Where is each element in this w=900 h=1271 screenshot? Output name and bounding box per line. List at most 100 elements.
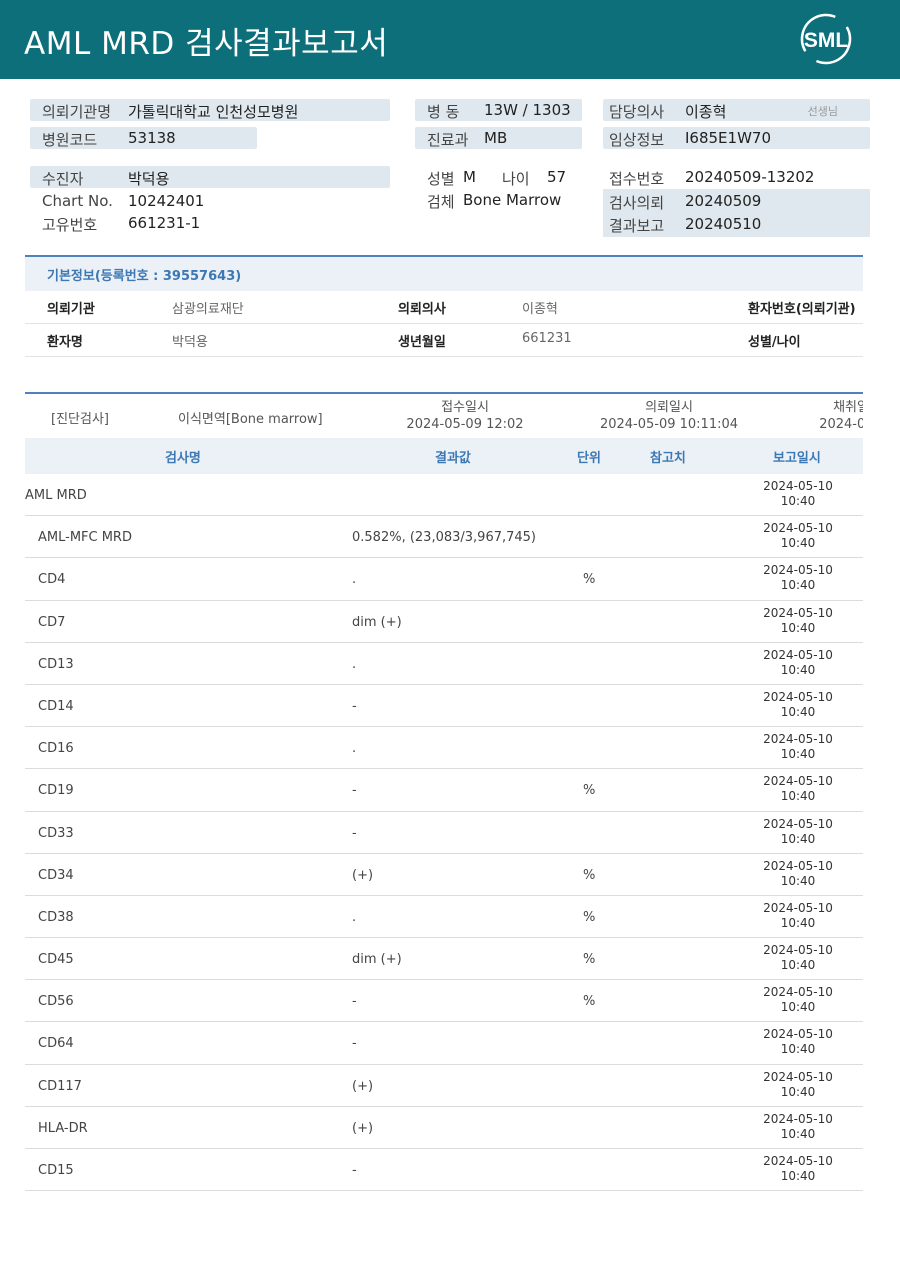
- field-hospital-code: 병원코드 53138: [30, 127, 257, 149]
- report-datetime: 2024-05-10 10:40: [763, 900, 833, 930]
- test-name: CD34: [38, 867, 74, 883]
- table-row: CD14 - 2024-05-10 10:40: [25, 685, 863, 728]
- table-row: CD4.% 2024-05-10 10:40: [25, 558, 863, 601]
- report-title: AML MRD 검사결과보고서: [24, 26, 389, 62]
- test-name: CD64: [38, 1036, 74, 1052]
- test-result: -: [352, 783, 357, 799]
- test-name: CD45: [38, 952, 74, 968]
- table-row: CD45 dim (+)% 2024-05-10 10:40: [25, 938, 863, 981]
- test-name: CD4: [38, 572, 66, 588]
- test-name: CD19: [38, 783, 74, 799]
- report-datetime: 2024-05-10 10:40: [763, 858, 833, 888]
- report-datetime: 2024-05-10 10:40: [763, 985, 833, 1015]
- table-row: CD64 - 2024-05-10 10:40: [25, 1022, 863, 1065]
- field-result-report: 결과보고 20240510: [609, 215, 762, 235]
- test-name: CD38: [38, 909, 74, 925]
- report-datetime: 2024-05-10 10:40: [763, 1111, 833, 1141]
- exam-specimen: 이식면역[Bone marrow]: [178, 412, 323, 427]
- report-datetime: 2024-05-10 10:40: [763, 943, 833, 973]
- basic-info-header: 기본정보(등록번호 : 39557643): [25, 255, 863, 291]
- test-name: CD13: [38, 656, 74, 672]
- table-row: CD38.% 2024-05-10 10:40: [25, 896, 863, 939]
- test-name: CD33: [38, 825, 74, 841]
- field-unique-no: 고유번호 661231-1: [42, 214, 201, 234]
- test-unit: %: [583, 867, 596, 883]
- table-row: CD56 -% 2024-05-10 10:40: [25, 980, 863, 1023]
- collect-datetime: 채취일시2024-05-09: [819, 400, 863, 432]
- test-name: CD15: [38, 1163, 74, 1178]
- basic-info-title: 기본정보(등록번호 : 39557643): [47, 269, 242, 284]
- report-datetime: 2024-05-10 10:40: [763, 521, 833, 551]
- test-result: .: [352, 909, 357, 925]
- field-ward: 병 동 13W / 1303: [415, 99, 582, 121]
- test-result: -: [352, 994, 357, 1010]
- test-unit: %: [583, 994, 596, 1010]
- test-result: .: [352, 572, 357, 588]
- table-row: HLA-DR (+) 2024-05-10 10:40: [25, 1107, 863, 1149]
- result-table-header: 검사명 결과값 단위 참고치 보고일시: [25, 438, 863, 474]
- report-datetime: 2024-05-10 10:40: [763, 647, 833, 677]
- test-result: dim (+): [352, 614, 402, 630]
- field-sex: 성별 M: [427, 168, 476, 188]
- report-datetime: 2024-05-10 10:40: [763, 816, 833, 846]
- test-name: AML-MFC MRD: [38, 530, 132, 546]
- test-result: (+): [352, 867, 374, 883]
- report-datetime: 2024-05-10 10:40: [763, 689, 833, 719]
- report-datetime: 2024-05-10 10:40: [763, 732, 833, 762]
- table-row: CD7 dim (+) 2024-05-10 10:40: [25, 601, 863, 643]
- test-result: -: [352, 1163, 357, 1178]
- test-result: .: [352, 741, 357, 757]
- field-chart-no: Chart No. 10242401: [42, 192, 205, 210]
- field-receipt-no: 접수번호 20240509-13202: [609, 168, 815, 188]
- table-row: CD33 - 2024-05-10 10:40: [25, 812, 863, 854]
- report-datetime: 2024-05-10 10:40: [763, 774, 833, 804]
- test-unit: %: [583, 572, 596, 588]
- test-result: -: [352, 825, 357, 841]
- report-datetime: 2024-05-10 10:40: [763, 1154, 833, 1183]
- test-result: dim (+): [352, 952, 402, 968]
- test-unit: %: [583, 783, 596, 799]
- report-datetime: 2024-05-10 10:40: [763, 479, 833, 508]
- table-row: CD19 -% 2024-05-10 10:40: [25, 769, 863, 812]
- exam-info-bar: [진단검사] 이식면역[Bone marrow] 접수일시 2024-05-09 …: [25, 392, 863, 438]
- basic-info-row: 환자명 박덕용 생년월일 661231 성별/나이: [25, 324, 863, 357]
- table-row: CD117 (+) 2024-05-10 10:40: [25, 1065, 863, 1107]
- table-row: CD34 (+)% 2024-05-10 10:40: [25, 854, 863, 896]
- test-name: CD56: [38, 994, 74, 1010]
- table-row: CD16. 2024-05-10 10:40: [25, 727, 863, 770]
- test-result: -: [352, 1036, 357, 1052]
- field-age: 나이 57: [502, 168, 567, 188]
- report-datetime: 2024-05-10 10:40: [763, 1027, 833, 1057]
- report-datetime: 2024-05-10 10:40: [763, 563, 833, 593]
- test-result: .: [352, 656, 357, 672]
- report-datetime: 2024-05-10 10:40: [763, 1069, 833, 1099]
- result-table-body: AML MRD 2024-05-10 10:40 AML-MFC MRD 0.582%,…: [25, 474, 863, 1192]
- test-name: AML MRD: [25, 488, 87, 503]
- logo-text: SML: [804, 29, 849, 52]
- test-result: -: [352, 698, 357, 714]
- test-name: CD14: [38, 698, 74, 714]
- test-name: HLA-DR: [38, 1120, 88, 1136]
- request-datetime: 의뢰일시 2024-05-09 10:11:04: [599, 400, 739, 432]
- test-name: CD117: [38, 1078, 82, 1094]
- exam-type: [진단검사]: [51, 412, 109, 427]
- test-result: (+): [352, 1078, 374, 1094]
- table-row: CD13. 2024-05-10 10:40: [25, 643, 863, 685]
- field-request-institution: 의뢰기관명 가톨릭대학교 인천성모병원: [30, 99, 390, 121]
- test-name: CD16: [38, 741, 74, 757]
- table-row: AML MRD 2024-05-10 10:40: [25, 474, 863, 517]
- test-result: 0.582%, (23,083/3,967,745): [352, 530, 537, 546]
- test-unit: %: [583, 909, 596, 925]
- field-patient: 수진자 박덕용: [30, 166, 390, 188]
- report-datetime: 2024-05-10 10:40: [763, 605, 833, 635]
- report-header: AML MRD 검사결과보고서 SML: [0, 0, 900, 79]
- test-result: (+): [352, 1120, 374, 1136]
- basic-info-row: 의뢰기관 삼광의료재단 의뢰의사 이종혁 환자번호(의뢰기관): [25, 291, 863, 324]
- table-row: CD15 - 2024-05-10 10:40: [25, 1149, 863, 1192]
- field-test-request: 검사의뢰 20240509: [609, 192, 762, 212]
- field-specimen: 검체 Bone Marrow: [427, 191, 562, 211]
- test-unit: %: [583, 952, 596, 968]
- field-clinical-info: 임상정보 I685E1W70: [603, 127, 870, 149]
- sml-logo-icon: SML: [800, 13, 852, 65]
- table-row: AML-MFC MRD 0.582%, (23,083/3,967,745) 202…: [25, 516, 863, 559]
